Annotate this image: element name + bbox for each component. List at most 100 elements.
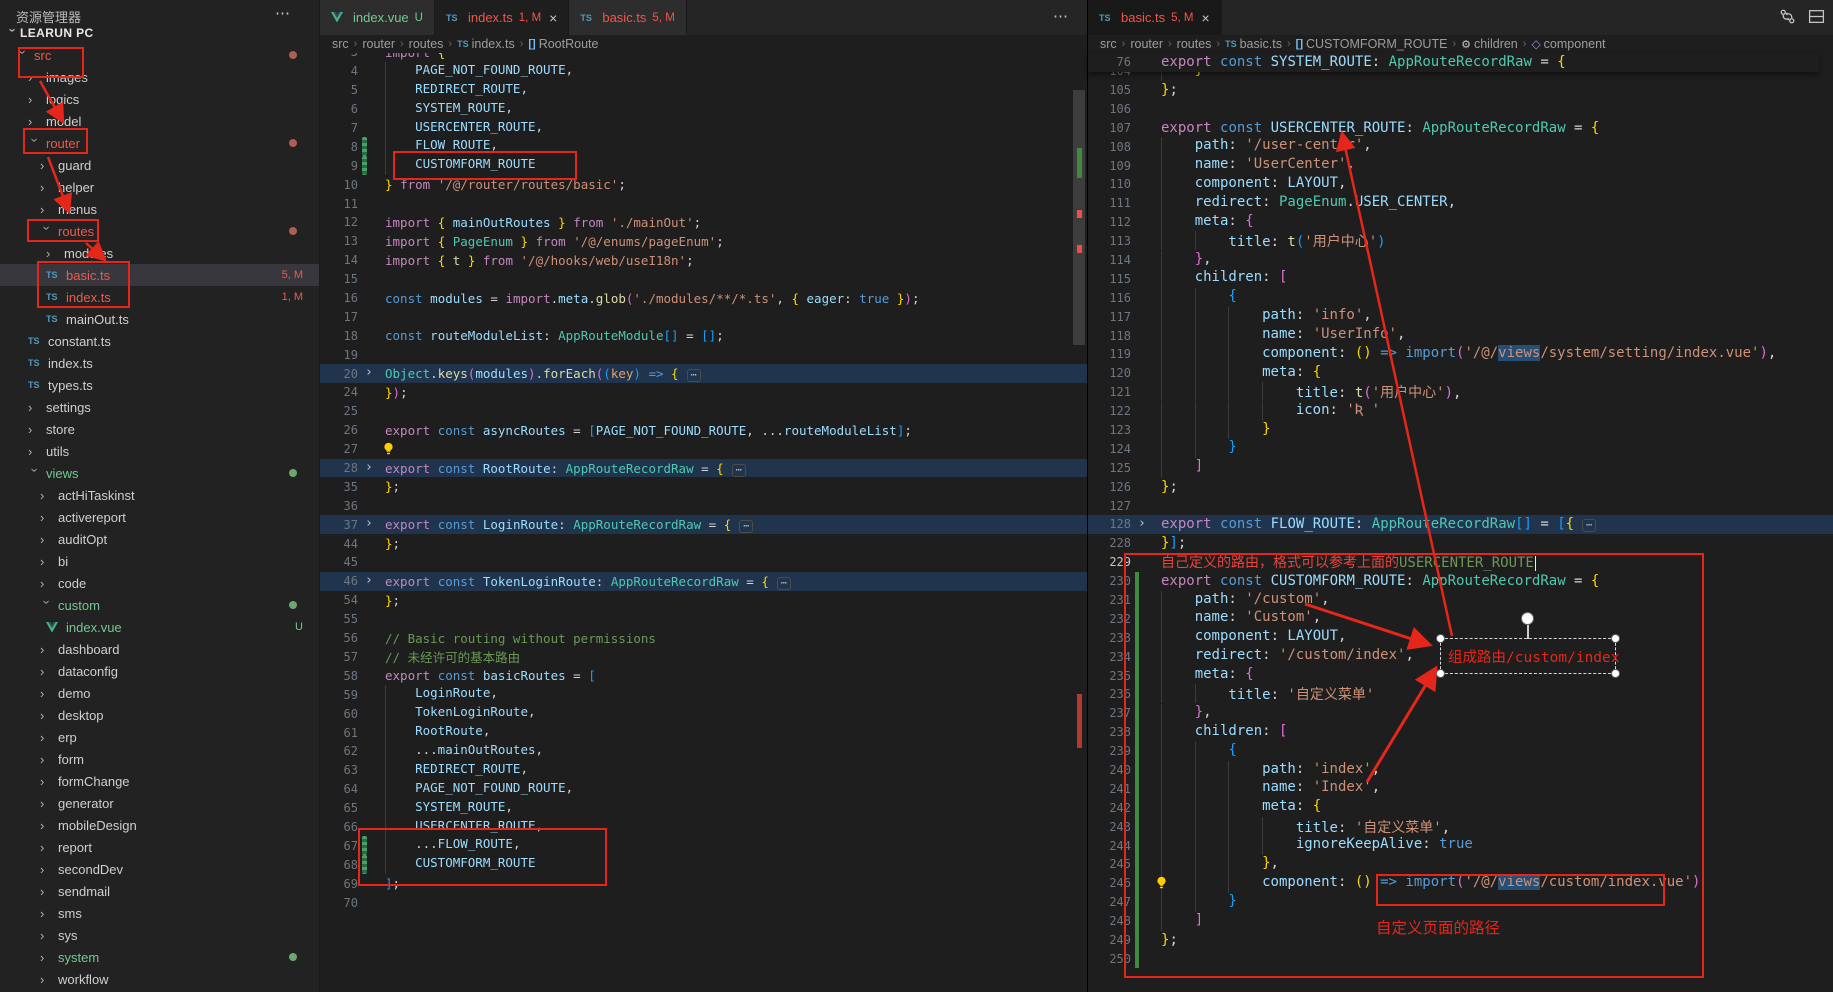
code-line-11[interactable]: 11	[320, 194, 1087, 213]
code-line-245[interactable]: 245},	[1088, 855, 1833, 874]
sidebar-item-index.ts[interactable]: TSindex.ts1, M	[0, 286, 319, 308]
code-line-28[interactable]: 28›export const RootRoute: AppRouteRecor…	[320, 459, 1087, 478]
code-line-250[interactable]: 250	[1088, 949, 1833, 968]
code-line-244[interactable]: 244ignoreKeepAlive: true	[1088, 836, 1833, 855]
sidebar-item-mobileDesign[interactable]: ›mobileDesign	[0, 814, 319, 836]
code-line-240[interactable]: 240path: 'index',	[1088, 761, 1833, 780]
breadcrumb-item-RootRoute[interactable]: []RootRoute	[528, 37, 598, 51]
breadcrumb-item-index.ts[interactable]: TSindex.ts	[457, 37, 515, 51]
code-line-54[interactable]: 54};	[320, 591, 1087, 610]
code-line-230[interactable]: 230export const CUSTOMFORM_ROUTE: AppRou…	[1088, 572, 1833, 591]
code-line-9[interactable]: 9CUSTOMFORM_ROUTE	[320, 156, 1087, 175]
sidebar-item-model[interactable]: ›model	[0, 110, 319, 132]
code-line-25[interactable]: 25	[320, 402, 1087, 421]
code-editor-basic-ts[interactable]: 104}105};106107export const USERCENTER_R…	[1088, 72, 1833, 992]
breadcrumb-item-routes[interactable]: routes	[409, 37, 444, 51]
fold-chevron-icon[interactable]: ›	[365, 516, 373, 531]
tab-basic.ts[interactable]: TSbasic.ts5, M	[569, 0, 686, 35]
code-line-106[interactable]: 106	[1088, 99, 1833, 118]
code-line-229[interactable]: 229自己定义的路由，格式可以参考上面的USERCENTER_ROUTE	[1088, 553, 1833, 572]
code-line-8[interactable]: 8FLOW_ROUTE,	[320, 137, 1087, 156]
lightbulb-icon[interactable]	[1155, 876, 1169, 890]
sidebar-item-actHiTaskinst[interactable]: ›actHiTaskinst	[0, 484, 319, 506]
close-icon[interactable]: ×	[549, 10, 557, 26]
code-line-37[interactable]: 37›export const LoginRoute: AppRouteReco…	[320, 515, 1087, 534]
code-line-56[interactable]: 56// Basic routing without permissions	[320, 629, 1087, 648]
tab-index.ts[interactable]: TSindex.ts1, M×	[435, 0, 569, 35]
code-line-19[interactable]: 19	[320, 345, 1087, 364]
code-line-105[interactable]: 105};	[1088, 81, 1833, 100]
sidebar-item-router[interactable]: ›router	[0, 132, 319, 154]
code-line-112[interactable]: 112meta: {	[1088, 213, 1833, 232]
code-line-69[interactable]: 69];	[320, 874, 1087, 893]
code-line-5[interactable]: 5REDIRECT_ROUTE,	[320, 81, 1087, 100]
code-line-242[interactable]: 242meta: {	[1088, 798, 1833, 817]
code-line-231[interactable]: 231path: '/custom',	[1088, 591, 1833, 610]
code-line-121[interactable]: 121title: t('用户中心'),	[1088, 383, 1833, 402]
sidebar-item-basic.ts[interactable]: TSbasic.ts5, M	[0, 264, 319, 286]
code-line-116[interactable]: 116{	[1088, 288, 1833, 307]
code-line-104[interactable]: 104}	[1088, 72, 1833, 81]
sidebar-item-code[interactable]: ›code	[0, 572, 319, 594]
sidebar-item-erp[interactable]: ›erp	[0, 726, 319, 748]
sidebar-item-modules[interactable]: ›modules	[0, 242, 319, 264]
sidebar-item-secondDev[interactable]: ›secondDev	[0, 858, 319, 880]
breadcrumb-item-children[interactable]: ⚙children	[1461, 37, 1518, 51]
sidebar-item-auditOpt[interactable]: ›auditOpt	[0, 528, 319, 550]
editor-more-actions-icon[interactable]: ⋯	[1053, 7, 1069, 25]
code-editor-index-ts[interactable]: 3import {4PAGE_NOT_FOUND_ROUTE,5REDIRECT…	[320, 53, 1087, 992]
fold-chevron-icon[interactable]: ›	[365, 573, 373, 588]
code-line-236[interactable]: 236title: '自定义菜单'	[1088, 685, 1833, 704]
open-changes-icon[interactable]	[1779, 8, 1796, 30]
split-editor-icon[interactable]	[1808, 8, 1825, 30]
code-line-35[interactable]: 35};	[320, 477, 1087, 496]
code-line-120[interactable]: 120meta: {	[1088, 364, 1833, 383]
code-line-18[interactable]: 18const routeModuleList: AppRouteModule[…	[320, 326, 1087, 345]
code-line-123[interactable]: 123}	[1088, 421, 1833, 440]
sidebar-item-custom[interactable]: ›custom	[0, 594, 319, 616]
code-line-46[interactable]: 46›export const TokenLoginRoute: AppRout…	[320, 572, 1087, 591]
breadcrumb-item-component[interactable]: ◇component	[1531, 37, 1605, 51]
code-line-12[interactable]: 12import { mainOutRoutes } from './mainO…	[320, 213, 1087, 232]
sidebar-item-generator[interactable]: ›generator	[0, 792, 319, 814]
breadcrumb-item-basic.ts[interactable]: TSbasic.ts	[1225, 37, 1282, 51]
rotate-handle[interactable]	[1521, 612, 1534, 625]
sidebar-item-form[interactable]: ›form	[0, 748, 319, 770]
code-line-16[interactable]: 16const modules = import.meta.glob('./mo…	[320, 289, 1087, 308]
code-line-243[interactable]: 243title: '自定义菜单',	[1088, 817, 1833, 836]
breadcrumb-item-CUSTOMFORM_ROUTE[interactable]: []CUSTOMFORM_ROUTE	[1296, 37, 1448, 51]
lightbulb-icon[interactable]	[382, 442, 396, 456]
code-line-125[interactable]: 125]	[1088, 458, 1833, 477]
code-line-60[interactable]: 60TokenLoginRoute,	[320, 704, 1087, 723]
sidebar-item-report[interactable]: ›report	[0, 836, 319, 858]
sidebar-item-routes[interactable]: ›routes	[0, 220, 319, 242]
code-line-61[interactable]: 61RootRoute,	[320, 723, 1087, 742]
code-line-14[interactable]: 14import { t } from '/@/hooks/web/useI18…	[320, 251, 1087, 270]
code-line-119[interactable]: 119component: () => import('/@/views/sys…	[1088, 345, 1833, 364]
breadcrumb-item-routes[interactable]: routes	[1177, 37, 1212, 51]
code-line-55[interactable]: 55	[320, 610, 1087, 629]
sidebar-item-constant.ts[interactable]: TSconstant.ts	[0, 330, 319, 352]
code-line-3[interactable]: 3import {	[320, 53, 1087, 62]
code-line-118[interactable]: 118name: 'UserInfo',	[1088, 326, 1833, 345]
code-line-68[interactable]: 68CUSTOMFORM_ROUTE	[320, 855, 1087, 874]
code-line-44[interactable]: 44};	[320, 534, 1087, 553]
code-line-62[interactable]: 62...mainOutRoutes,	[320, 742, 1087, 761]
sidebar-item-helper[interactable]: ›helper	[0, 176, 319, 198]
code-line-67[interactable]: 67...FLOW_ROUTE,	[320, 836, 1087, 855]
breadcrumb-item-src[interactable]: src	[1100, 37, 1117, 51]
code-line-4[interactable]: 4PAGE_NOT_FOUND_ROUTE,	[320, 62, 1087, 81]
folded-code-ellipsis[interactable]: ⋯	[687, 369, 701, 382]
sidebar-item-views[interactable]: ›views	[0, 462, 319, 484]
code-line-246[interactable]: 246component: () => import('/@/views/cus…	[1088, 874, 1833, 893]
sidebar-item-workflow[interactable]: ›workflow	[0, 968, 319, 990]
code-line-115[interactable]: 115children: [	[1088, 269, 1833, 288]
code-line-114[interactable]: 114},	[1088, 251, 1833, 270]
code-line-76[interactable]: 76export const SYSTEM_ROUTE: AppRouteRec…	[1088, 53, 1819, 72]
sticky-scroll-line[interactable]: 76export const SYSTEM_ROUTE: AppRouteRec…	[1088, 53, 1819, 72]
code-line-36[interactable]: 36	[320, 496, 1087, 515]
sidebar-item-activereport[interactable]: ›activereport	[0, 506, 319, 528]
code-line-17[interactable]: 17	[320, 307, 1087, 326]
workspace-root[interactable]: › LEARUN PC	[0, 22, 319, 44]
sidebar-item-types.ts[interactable]: TStypes.ts	[0, 374, 319, 396]
